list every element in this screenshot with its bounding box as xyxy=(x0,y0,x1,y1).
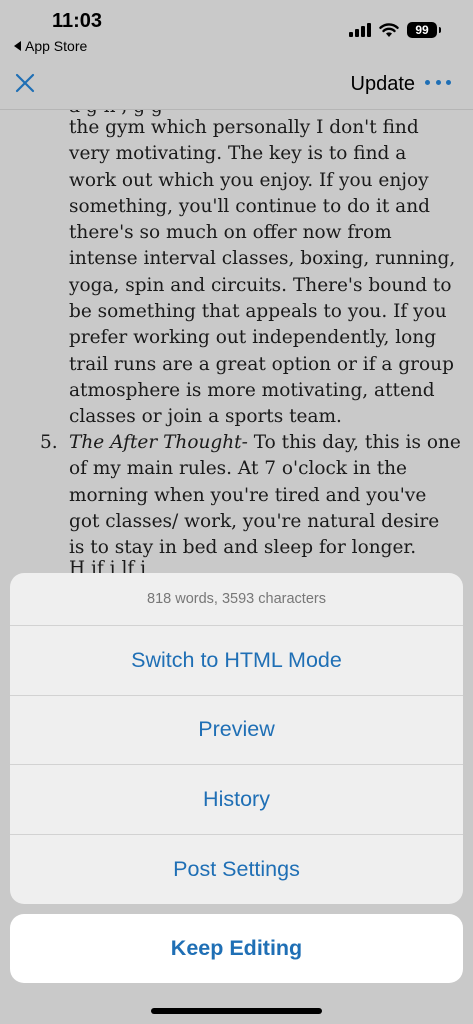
back-to-app-store[interactable]: App Store xyxy=(14,38,87,54)
text-line: got classes/ work, you're natural desire xyxy=(69,510,440,532)
text-line: atmosphere is more motivating, attend xyxy=(69,379,435,401)
article-content[interactable]: a g h , g g the gym which personally I d… xyxy=(0,110,473,580)
text-line: yoga, spin and circuits. There's bound t… xyxy=(69,274,452,296)
post-settings-button[interactable]: Post Settings xyxy=(10,835,463,905)
signal-icon xyxy=(349,23,371,37)
nav-bar: Update xyxy=(0,60,473,110)
action-sheet: 818 words, 3593 characters Switch to HTM… xyxy=(10,573,463,904)
text-line: prefer working out independently, long xyxy=(69,327,437,349)
text-line: be something that appeals to you. If you xyxy=(69,301,447,323)
preview-button[interactable]: Preview xyxy=(10,696,463,765)
text-line: the gym which personally I don't find xyxy=(69,117,419,138)
status-icons: 99 xyxy=(349,22,441,38)
close-icon[interactable] xyxy=(12,70,38,96)
text-line: work out which you enjoy. If you enjoy xyxy=(69,169,429,191)
back-app-label: App Store xyxy=(25,38,88,54)
text-line: of my main rules. At 7 o'clock in the xyxy=(69,458,408,480)
status-bar: 11:03 App Store 99 xyxy=(0,0,473,60)
list-number: 5. xyxy=(40,432,58,453)
more-icon[interactable] xyxy=(425,72,451,92)
status-time: 11:03 xyxy=(52,10,103,32)
battery-icon: 99 xyxy=(407,22,441,38)
battery-level: 99 xyxy=(415,23,429,37)
back-arrow-icon xyxy=(14,41,21,51)
text-line: something, you'll continue to do it and xyxy=(69,195,430,217)
home-indicator[interactable] xyxy=(151,1008,322,1014)
word-count-info: 818 words, 3593 characters xyxy=(10,573,463,626)
keep-editing-button[interactable]: Keep Editing xyxy=(10,914,463,983)
list-item-5-text: The After Thought- To this day, this is … xyxy=(69,430,461,561)
item-title-rest: To this day, this is one xyxy=(247,432,461,453)
text-line: classes or join a sports team. xyxy=(69,406,342,428)
wifi-icon xyxy=(379,22,399,38)
text-line: morning when you're tired and you've xyxy=(69,484,427,506)
text-line: very motivating. The key is to find a xyxy=(69,143,407,165)
text-line: intense interval classes, boxing, runnin… xyxy=(69,248,456,270)
update-button[interactable]: Update xyxy=(351,73,416,96)
item-title: The After Thought- xyxy=(69,432,248,453)
switch-to-html-mode-button[interactable]: Switch to HTML Mode xyxy=(10,626,463,696)
text-line: The After Thought- To this day, this is … xyxy=(69,430,461,456)
text-line: trail runs are a great option or if a gr… xyxy=(69,353,454,375)
history-button[interactable]: History xyxy=(10,765,463,835)
text-line: there's so much on offer now from xyxy=(69,222,392,244)
list-item-4-text: the gym which personally I don't find ve… xyxy=(69,115,455,431)
